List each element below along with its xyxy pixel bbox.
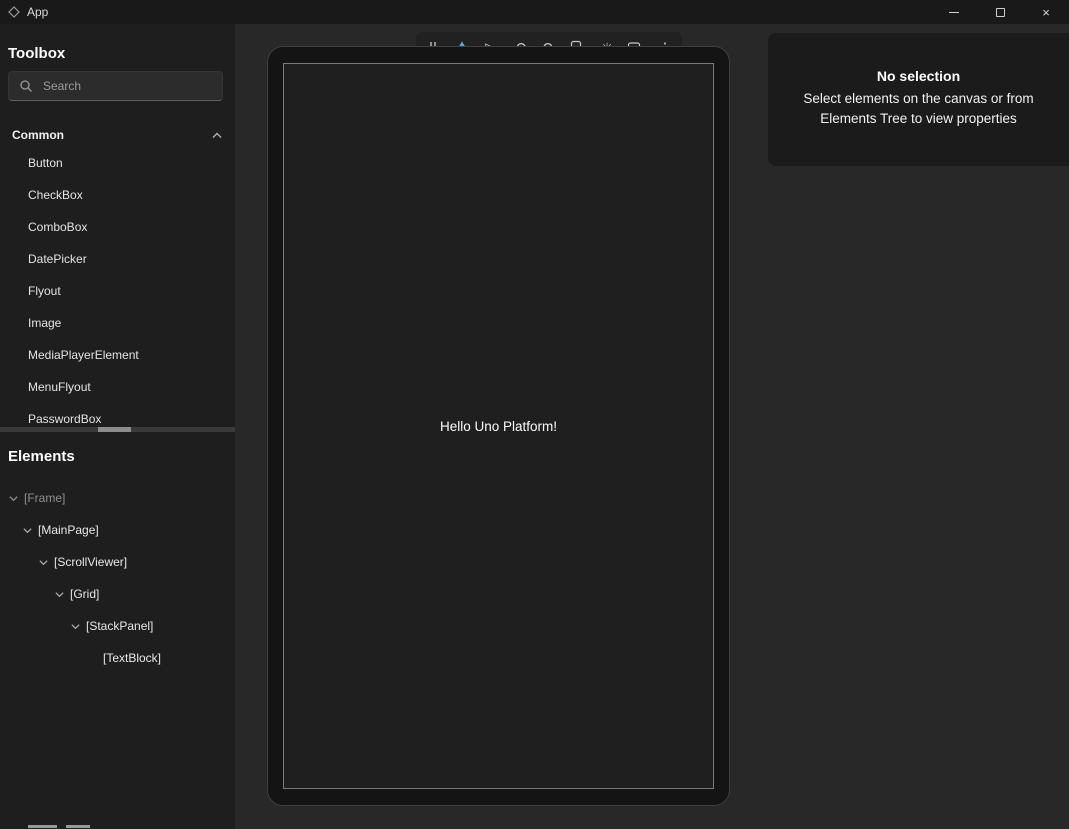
minimize-button[interactable] [931, 0, 977, 24]
titlebar-left: App [0, 5, 48, 19]
elements-title: Elements [8, 448, 75, 465]
search-icon [19, 79, 33, 93]
bottom-cutoff-fragment [28, 825, 90, 828]
chevron-down-icon[interactable] [8, 494, 19, 503]
maximize-button[interactable] [977, 0, 1023, 24]
tree-item-frame[interactable]: [Frame] [0, 482, 235, 514]
scrollbar-thumb[interactable] [98, 427, 131, 432]
toolbox-item-datepicker[interactable]: DatePicker [0, 243, 235, 275]
window-titlebar: App × [0, 0, 1069, 24]
tree-item-label: [TextBlock] [103, 651, 161, 665]
toolbox-item-flyout[interactable]: Flyout [0, 275, 235, 307]
search-input[interactable] [41, 78, 212, 94]
window-title: App [27, 5, 48, 19]
toolbox-search[interactable] [8, 71, 223, 101]
properties-panel: No selection Select elements on the canv… [768, 33, 1069, 166]
sidebar: Toolbox Common Button CheckBox ComboBox … [0, 24, 235, 829]
cutoff-bar [28, 825, 57, 828]
toolbox-item-button[interactable]: Button [0, 147, 235, 179]
section-label: Common [12, 128, 64, 142]
window-controls: × [931, 0, 1069, 24]
toolbox-item-mediaplayerelement[interactable]: MediaPlayerElement [0, 339, 235, 371]
toolbox-item-combobox[interactable]: ComboBox [0, 211, 235, 243]
maximize-icon [996, 8, 1005, 17]
device-screen[interactable]: Hello Uno Platform! [283, 63, 714, 789]
tree-item-grid[interactable]: [Grid] [0, 578, 235, 610]
chevron-down-icon[interactable] [70, 622, 81, 631]
tree-item-scrollviewer[interactable]: [ScrollViewer] [0, 546, 235, 578]
close-button[interactable]: × [1023, 0, 1069, 24]
no-selection-title: No selection [782, 68, 1055, 84]
toolbox-list: Button CheckBox ComboBox DatePicker Flyo… [0, 147, 235, 435]
cutoff-bar [66, 825, 90, 828]
toolbox-item-image[interactable]: Image [0, 307, 235, 339]
tree-item-stackpanel[interactable]: [StackPanel] [0, 610, 235, 642]
tree-item-mainpage[interactable]: [MainPage] [0, 514, 235, 546]
chevron-up-icon[interactable] [211, 131, 223, 140]
section-header-common[interactable]: Common [0, 122, 235, 148]
toolbox-item-menuflyout[interactable]: MenuFlyout [0, 371, 235, 403]
toolbox-title: Toolbox [8, 45, 65, 62]
tree-item-label: [Frame] [24, 491, 65, 505]
tree-item-label: [MainPage] [38, 523, 99, 537]
tree-item-label: [ScrollViewer] [54, 555, 127, 569]
toolbox-horizontal-scrollbar[interactable] [0, 427, 235, 432]
device-frame: Hello Uno Platform! [267, 46, 730, 806]
elements-tree: [Frame] [MainPage] [ScrollViewer] [Grid]… [0, 482, 235, 674]
chevron-down-icon[interactable] [22, 526, 33, 535]
chevron-down-icon[interactable] [54, 590, 65, 599]
hello-textblock[interactable]: Hello Uno Platform! [440, 419, 557, 434]
minimize-icon [949, 12, 959, 13]
design-canvas[interactable]: ▷ ↶ ↷ ☀ ⋮ Hello Uno Platform! No selecti… [235, 24, 1069, 829]
tree-item-textblock[interactable]: [TextBlock] [0, 642, 235, 674]
app-logo-icon [8, 6, 20, 18]
no-selection-message: Select elements on the canvas or from El… [782, 89, 1055, 130]
tree-item-label: [StackPanel] [86, 619, 153, 633]
toolbox-item-checkbox[interactable]: CheckBox [0, 179, 235, 211]
chevron-down-icon[interactable] [38, 558, 49, 567]
tree-item-label: [Grid] [70, 587, 99, 601]
